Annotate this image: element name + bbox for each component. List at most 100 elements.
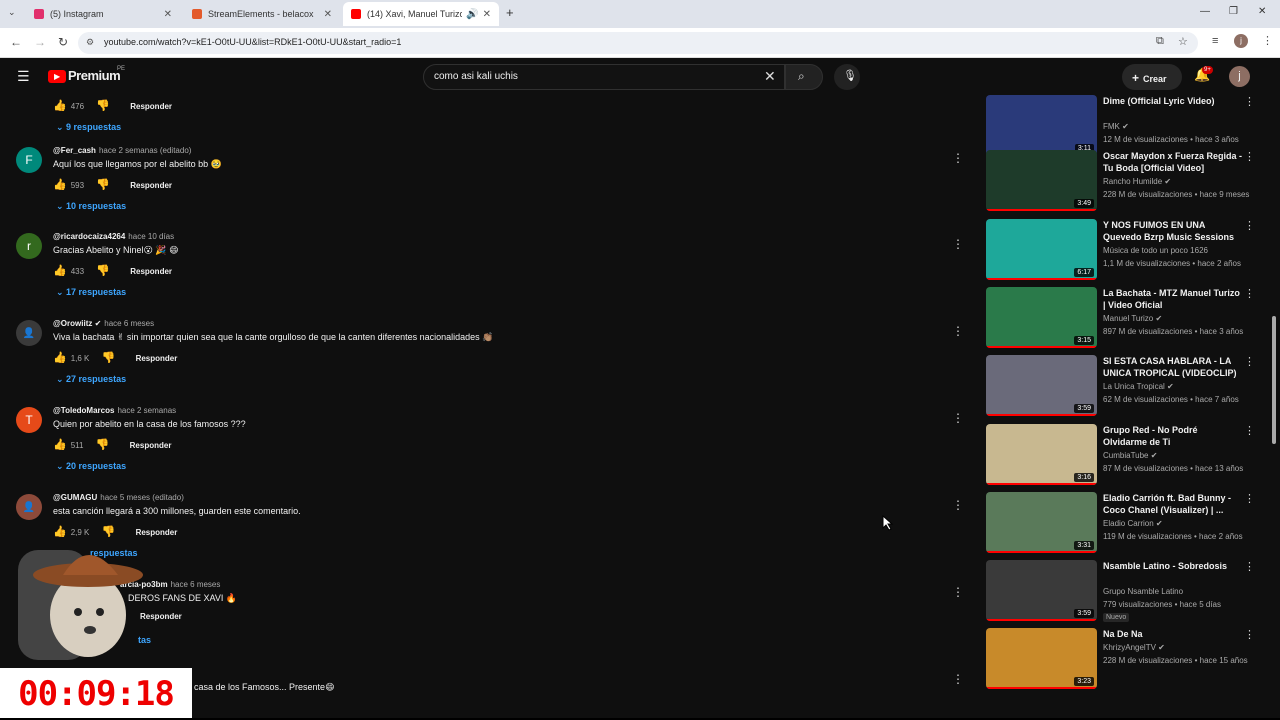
tab-instagram[interactable]: (5) Instagram ✕ xyxy=(26,2,180,26)
comment-time[interactable]: hace 10 días xyxy=(128,232,174,241)
new-tab-button[interactable]: + xyxy=(506,5,514,20)
video-menu-icon[interactable]: ⋮ xyxy=(1244,628,1255,641)
video-menu-icon[interactable]: ⋮ xyxy=(1244,424,1255,437)
restore-button[interactable]: ❐ xyxy=(1229,6,1238,17)
related-video-item[interactable]: 6:17 Y NOS FUIMOS EN UNA Quevedo Bzrp Mus… xyxy=(986,219,1256,283)
thumbs-up-icon[interactable]: 👍 xyxy=(53,178,67,191)
reply-button[interactable]: Responder xyxy=(130,181,172,190)
comment-avatar[interactable]: T xyxy=(16,407,42,433)
comment-avatar[interactable]: F xyxy=(16,147,42,173)
video-title[interactable]: La Bachata - MTZ Manuel Turizo | Video O… xyxy=(1103,287,1243,311)
close-icon[interactable]: ✕ xyxy=(164,9,172,20)
video-menu-icon[interactable]: ⋮ xyxy=(1244,492,1255,505)
comment-time[interactable]: hace 2 semanas xyxy=(117,406,176,415)
related-video-item[interactable]: 3:15 La Bachata - MTZ Manuel Turizo | Vid… xyxy=(986,287,1256,351)
window-close-button[interactable]: ✕ xyxy=(1258,6,1266,17)
tab-search-icon[interactable]: ⌄ xyxy=(8,7,16,18)
video-title[interactable]: Grupo Red - No Podré Olvidarme de Ti xyxy=(1103,424,1243,448)
video-title[interactable]: Na De Na xyxy=(1103,628,1243,640)
comment-author[interactable]: @Orowiitz ✔ xyxy=(53,319,101,328)
view-replies-button[interactable]: ⌄ 10 respuestas xyxy=(56,201,126,212)
hamburger-menu-icon[interactable]: ☰ xyxy=(17,68,30,85)
comment-author[interactable]: @Fer_cash xyxy=(53,146,96,155)
video-title[interactable]: Oscar Maydon x Fuerza Regida - Tu Boda [… xyxy=(1103,150,1243,174)
comment-menu-icon[interactable]: ⋮ xyxy=(952,237,964,251)
video-title[interactable]: Nsamble Latino - Sobredosis xyxy=(1103,560,1243,572)
comment-avatar[interactable]: 👤 xyxy=(16,494,42,520)
comment-author[interactable]: @ToledoMarcos xyxy=(53,406,114,415)
reading-list-icon[interactable]: ≡ xyxy=(1212,35,1218,47)
thumbs-down-icon[interactable]: 👎 xyxy=(96,264,110,277)
video-title[interactable]: SI ESTA CASA HABLARA - LA UNICA TROPICAL… xyxy=(1103,355,1243,379)
thumbs-up-icon[interactable]: 👍 xyxy=(53,264,67,277)
comment-avatar[interactable]: r xyxy=(16,233,42,259)
comment-avatar[interactable]: 👤 xyxy=(16,320,42,346)
video-channel[interactable]: Eladio Carrion ✔ xyxy=(1103,519,1163,528)
comment-time[interactable]: hace 6 meses xyxy=(171,580,221,589)
url-field[interactable]: ⚙ youtube.com/watch?v=kE1-O0tU-UU&list=R… xyxy=(78,32,1198,54)
video-channel[interactable]: La Unica Tropical ✔ xyxy=(1103,382,1174,391)
video-channel[interactable]: Grupo Nsamble Latino xyxy=(1103,587,1183,596)
video-channel[interactable]: KhrizyAngelTV ✔ xyxy=(1103,643,1165,652)
install-icon[interactable]: ⧉ xyxy=(1156,35,1164,48)
video-thumbnail[interactable]: 3:23 xyxy=(986,628,1097,689)
forward-button[interactable]: → xyxy=(34,35,46,49)
thumbs-down-icon[interactable]: 👎 xyxy=(96,438,110,451)
back-button[interactable]: ← xyxy=(10,35,22,49)
search-input[interactable]: como asi kali uchis ✕ xyxy=(423,64,785,90)
speaker-icon[interactable]: 🔊 xyxy=(466,9,478,20)
video-thumbnail[interactable]: 3:15 xyxy=(986,287,1097,348)
video-menu-icon[interactable]: ⋮ xyxy=(1244,95,1255,108)
video-title[interactable]: Dime (Official Lyric Video) xyxy=(1103,95,1243,107)
reply-button[interactable]: Responder xyxy=(130,102,172,111)
voice-search-button[interactable]: 🎙 xyxy=(834,64,860,90)
video-menu-icon[interactable]: ⋮ xyxy=(1244,287,1255,300)
search-button[interactable]: ⌕ xyxy=(785,64,823,90)
video-menu-icon[interactable]: ⋮ xyxy=(1244,219,1255,232)
view-replies-button[interactable]: ⌄ 9 respuestas xyxy=(56,122,121,133)
comment-time[interactable]: hace 6 meses xyxy=(104,319,154,328)
view-replies-button[interactable]: ⌄ 20 respuestas xyxy=(56,461,126,472)
clear-search-icon[interactable]: ✕ xyxy=(764,68,776,85)
video-menu-icon[interactable]: ⋮ xyxy=(1244,150,1255,163)
account-avatar[interactable]: j xyxy=(1229,66,1250,87)
scrollbar-thumb[interactable] xyxy=(1272,316,1276,444)
reply-button[interactable]: Responder xyxy=(136,354,178,363)
comment-time[interactable]: hace 2 semanas (editado) xyxy=(99,146,192,155)
browser-menu-icon[interactable]: ⋮ xyxy=(1262,34,1273,47)
thumbs-up-icon[interactable]: 👍 xyxy=(53,438,67,451)
video-thumbnail[interactable]: 3:11 xyxy=(986,95,1097,156)
minimize-button[interactable]: — xyxy=(1200,6,1210,17)
video-menu-icon[interactable]: ⋮ xyxy=(1244,560,1255,573)
video-thumbnail[interactable]: 3:16 xyxy=(986,424,1097,485)
thumbs-down-icon[interactable]: 👎 xyxy=(96,99,110,112)
view-replies-button[interactable]: ⌄ 17 respuestas xyxy=(56,287,126,298)
thumbs-down-icon[interactable]: 👎 xyxy=(96,178,110,191)
youtube-logo-icon[interactable]: ▶ xyxy=(48,70,66,83)
comment-author[interactable]: @ricardocaiza4264 xyxy=(53,232,125,241)
close-icon[interactable]: ✕ xyxy=(324,9,332,20)
related-video-item[interactable]: 3:16 Grupo Red - No Podré Olvidarme de Ti… xyxy=(986,424,1256,488)
site-info-icon[interactable]: ⚙ xyxy=(86,37,94,48)
comment-menu-icon[interactable]: ⋮ xyxy=(952,498,964,512)
video-thumbnail[interactable]: 3:59 xyxy=(986,355,1097,416)
video-channel[interactable]: Manuel Turizo ✔ xyxy=(1103,314,1162,323)
video-thumbnail[interactable]: 3:49 xyxy=(986,150,1097,211)
thumbs-up-icon[interactable]: 👍 xyxy=(53,351,67,364)
profile-avatar[interactable]: j xyxy=(1234,34,1248,48)
video-thumbnail[interactable]: 3:31 xyxy=(986,492,1097,553)
reply-button[interactable]: Responder xyxy=(130,267,172,276)
comment-menu-icon[interactable]: ⋮ xyxy=(952,151,964,165)
video-thumbnail[interactable]: 6:17 xyxy=(986,219,1097,280)
related-video-item[interactable]: 3:59 SI ESTA CASA HABLARA - LA UNICA TROP… xyxy=(986,355,1256,419)
comment-menu-icon[interactable]: ⋮ xyxy=(952,411,964,425)
reply-button[interactable]: Responder xyxy=(130,441,172,450)
video-title[interactable]: Eladio Carrión ft. Bad Bunny - Coco Chan… xyxy=(1103,492,1243,516)
related-video-item[interactable]: 3:49 Oscar Maydon x Fuerza Regida - Tu Bo… xyxy=(986,150,1256,214)
video-channel[interactable]: Música de todo un poco 1626 xyxy=(1103,246,1208,255)
reload-button[interactable]: ↻ xyxy=(58,35,68,49)
thumbs-up-icon[interactable]: 👍 xyxy=(53,99,67,112)
video-channel[interactable]: Rancho Humilde ✔ xyxy=(1103,177,1171,186)
video-channel[interactable]: FMK ✔ xyxy=(1103,122,1129,131)
comment-menu-icon[interactable]: ⋮ xyxy=(952,672,964,686)
